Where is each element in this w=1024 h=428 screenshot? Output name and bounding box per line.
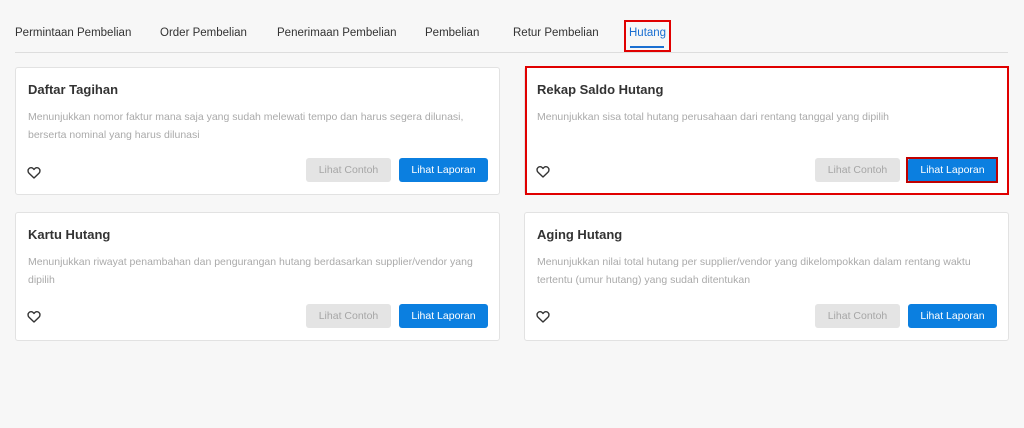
heart-icon[interactable] [536, 310, 550, 323]
tab-highlight-box [624, 20, 671, 52]
tab-pembelian[interactable]: Pembelian [425, 27, 479, 39]
card-kartu-hutang: Kartu Hutang Menunjukkan riwayat penamba… [15, 212, 500, 341]
view-example-button[interactable]: Lihat Contoh [815, 304, 900, 328]
tab-retur-pembelian[interactable]: Retur Pembelian [513, 27, 599, 39]
view-example-button[interactable]: Lihat Contoh [306, 158, 391, 182]
card-aging-hutang: Aging Hutang Menunjukkan nilai total hut… [524, 212, 1009, 341]
card-description: Menunjukkan nomor faktur mana saja yang … [28, 111, 464, 141]
card-title: Kartu Hutang [28, 227, 111, 242]
card-title: Aging Hutang [537, 227, 623, 242]
heart-icon[interactable] [27, 310, 41, 323]
button-highlight-box [906, 157, 998, 183]
view-example-button[interactable]: Lihat Contoh [306, 304, 391, 328]
heart-icon[interactable] [27, 166, 41, 179]
view-report-button[interactable]: Lihat Laporan [399, 304, 488, 328]
view-report-button[interactable]: Lihat Laporan [399, 158, 488, 182]
card-daftar-tagihan: Daftar Tagihan Menunjukkan nomor faktur … [15, 67, 500, 195]
tab-order-pembelian[interactable]: Order Pembelian [160, 27, 247, 39]
report-tabs: Permintaan Pembelian Order Pembelian Pen… [15, 0, 1008, 53]
card-description: Menunjukkan nilai total hutang per suppl… [537, 256, 971, 286]
tab-permintaan-pembelian[interactable]: Permintaan Pembelian [15, 27, 131, 39]
card-description: Menunjukkan riwayat penambahan dan pengu… [28, 256, 473, 286]
view-report-button[interactable]: Lihat Laporan [908, 304, 997, 328]
card-title: Daftar Tagihan [28, 82, 119, 97]
tab-penerimaan-pembelian[interactable]: Penerimaan Pembelian [277, 27, 397, 39]
